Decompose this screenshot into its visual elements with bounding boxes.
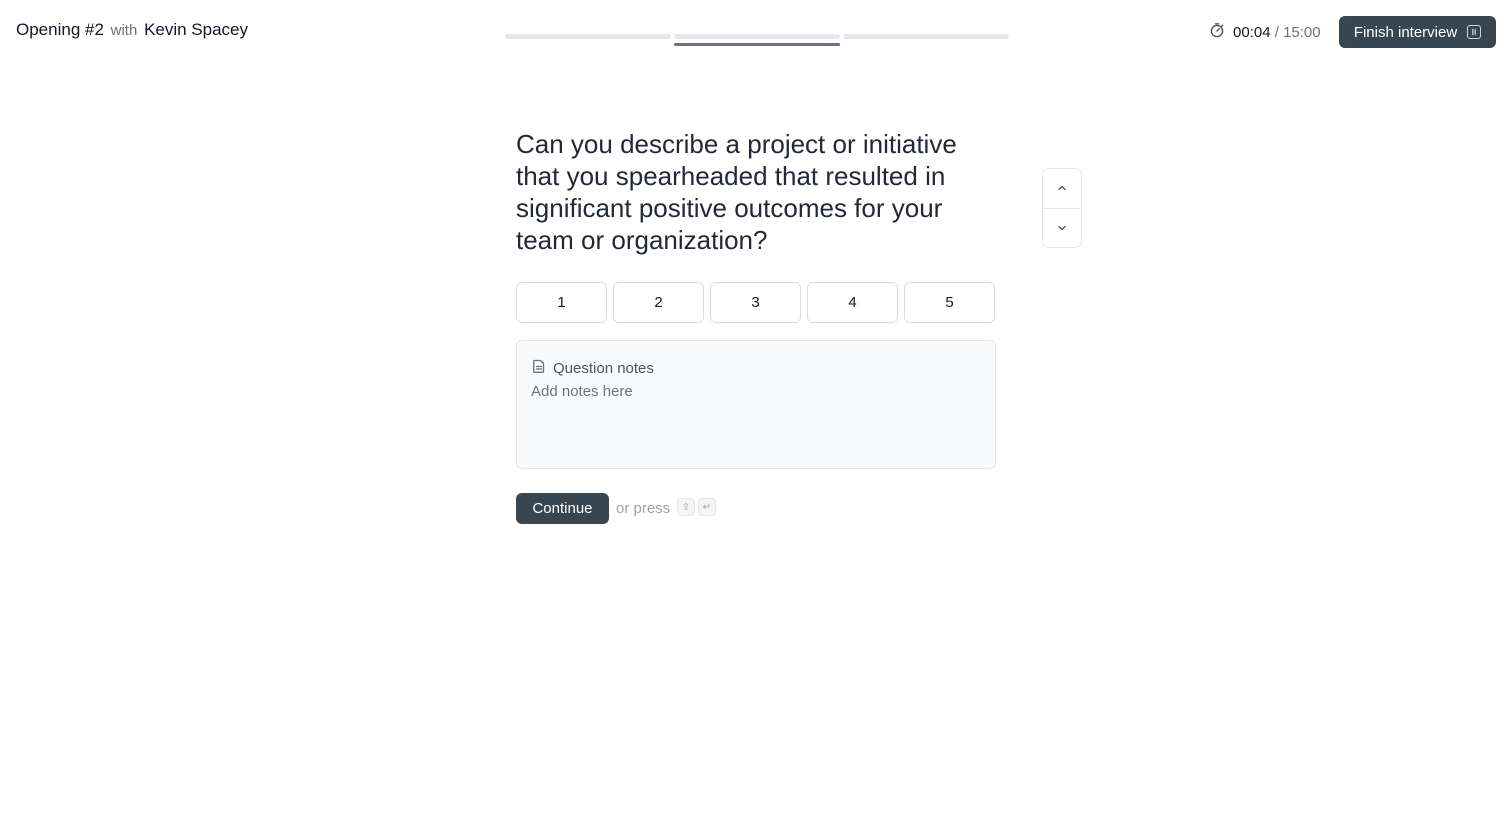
notes-header: Question notes xyxy=(531,358,654,378)
rating-button-1[interactable]: 1 xyxy=(516,282,607,323)
with-text: with xyxy=(110,22,138,39)
notes-input[interactable] xyxy=(531,383,981,457)
continue-button[interactable]: Continue xyxy=(516,493,609,524)
keyboard-shortcut-icon xyxy=(1467,25,1482,39)
question-navigation xyxy=(1042,168,1082,248)
question-text: Can you describe a project or initiative… xyxy=(516,129,957,255)
shift-key-icon: ⇧ xyxy=(677,498,695,516)
rating-button-4[interactable]: 4 xyxy=(807,282,898,323)
progress-segment-active-indicator xyxy=(674,43,840,46)
notes-label: Question notes xyxy=(553,359,654,377)
previous-question-button[interactable] xyxy=(1043,169,1081,209)
question-progress xyxy=(505,34,1009,48)
next-question-button[interactable] xyxy=(1043,209,1081,247)
rating-button-3[interactable]: 3 xyxy=(710,282,801,323)
top-bar: Opening #2 with Kevin Spacey 00:04 / 15:… xyxy=(0,0,1512,64)
interview-title: Opening #2 with Kevin Spacey xyxy=(16,20,248,40)
rating-button-5[interactable]: 5 xyxy=(904,282,995,323)
stopwatch-icon xyxy=(1209,22,1225,42)
document-icon xyxy=(531,358,547,378)
progress-segment-2 xyxy=(674,34,840,46)
timer-separator: / xyxy=(1274,23,1279,41)
timer-total: 15:00 xyxy=(1283,23,1321,41)
chevron-down-icon xyxy=(1057,220,1067,238)
rating-button-2[interactable]: 2 xyxy=(613,282,704,323)
rating-scale: 1 2 3 4 5 xyxy=(516,282,995,323)
finish-interview-button[interactable]: Finish interview xyxy=(1339,16,1496,48)
progress-segment-3 xyxy=(843,34,1009,39)
question-notes-panel: Question notes xyxy=(516,340,996,469)
or-press-hint: or press xyxy=(616,500,671,517)
enter-key-icon: ↵ xyxy=(698,498,716,516)
interview-timer: 00:04 / 15:00 xyxy=(1209,22,1321,42)
candidate-name: Kevin Spacey xyxy=(144,20,249,39)
chevron-up-icon xyxy=(1057,180,1067,198)
opening-name: Opening #2 xyxy=(16,20,104,39)
progress-segment-1 xyxy=(505,34,671,39)
timer-elapsed: 00:04 xyxy=(1233,23,1271,41)
finish-interview-label: Finish interview xyxy=(1353,23,1458,41)
